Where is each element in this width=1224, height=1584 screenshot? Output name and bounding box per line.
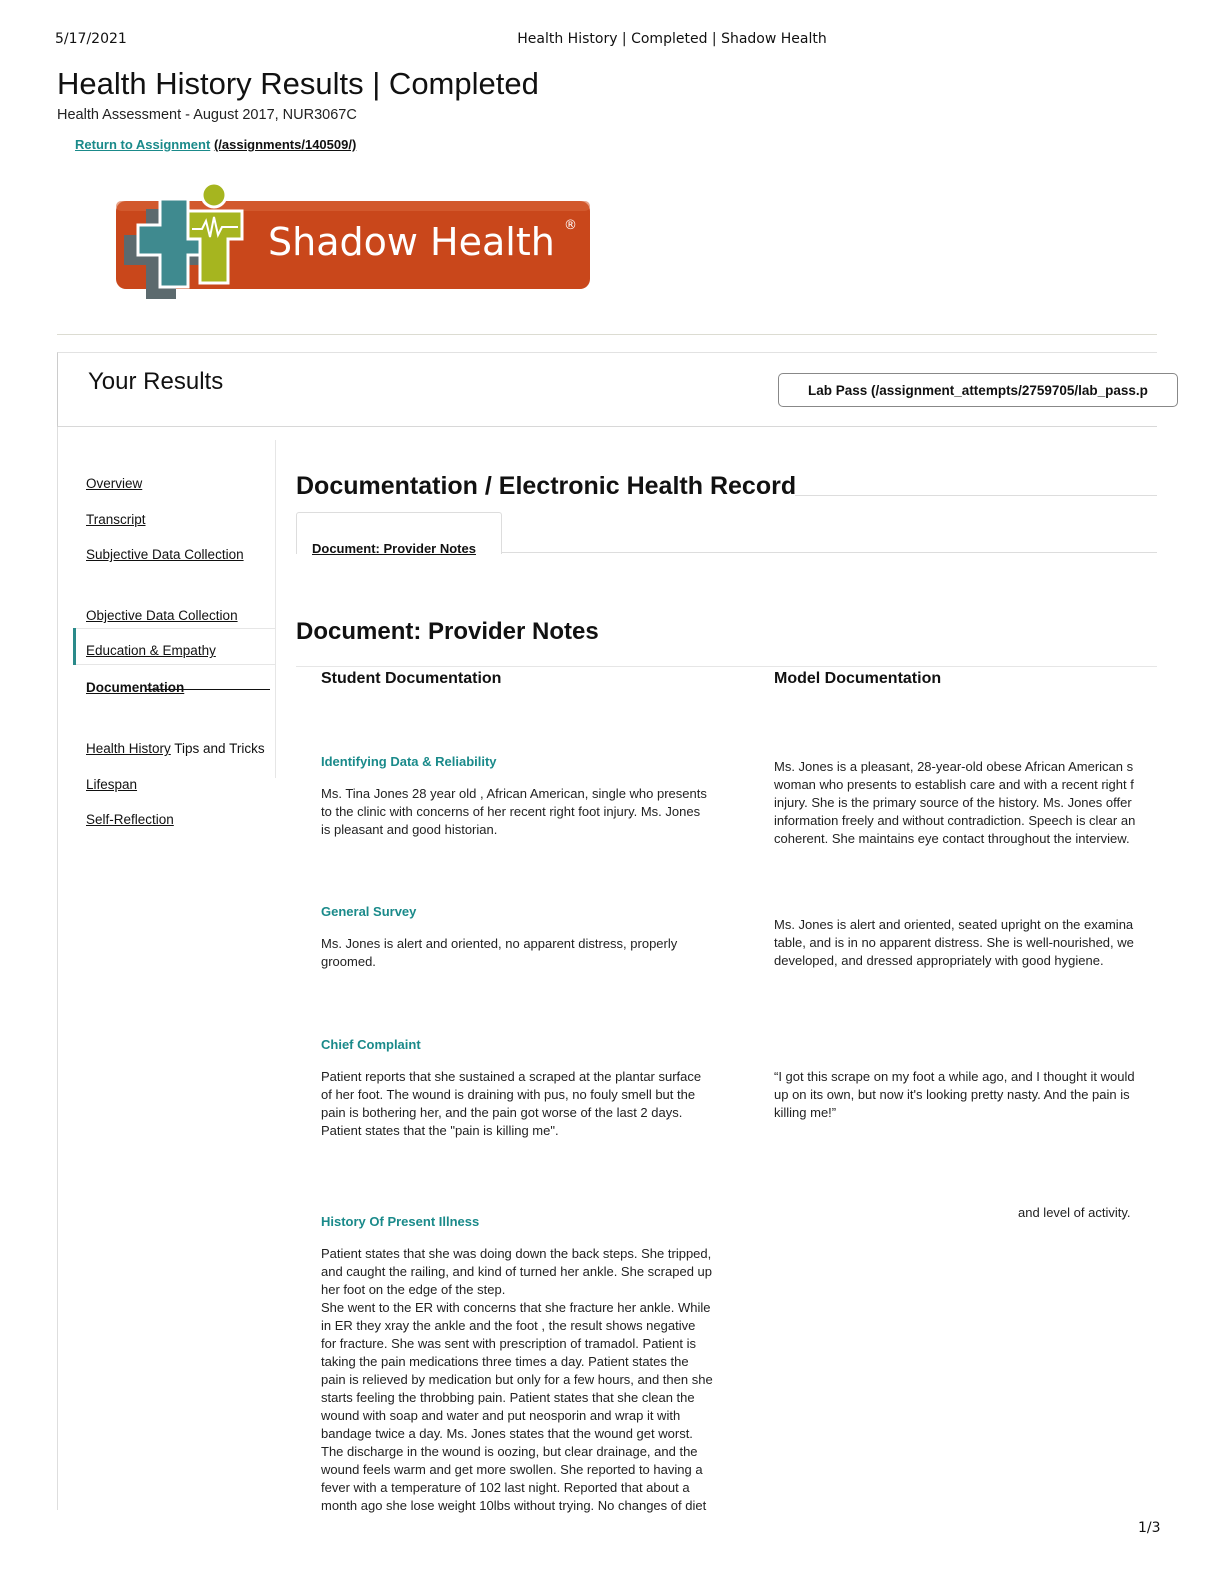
student-text-general-survey: Ms. Jones is alert and oriented, no appa… — [321, 936, 678, 969]
active-underline — [145, 689, 270, 690]
sidebar-item-lifespan[interactable]: Lifespan — [86, 777, 137, 792]
sidebar-item-education-empathy[interactable]: Education & Empathy — [86, 643, 216, 658]
model-documentation-header: Model Documentation — [774, 670, 942, 687]
document-title: Document: Provider Notes — [296, 618, 599, 645]
section-label-general-survey: General Survey — [321, 904, 417, 919]
sidebar-separator — [275, 440, 276, 778]
page-number: 1/3 — [1138, 1520, 1161, 1536]
return-link-url[interactable]: (/assignments/140509/) — [214, 137, 356, 152]
tab-rule — [502, 552, 1157, 553]
model-text-identifying-data: Ms. Jones is a pleasant, 28-year-old obe… — [774, 759, 1136, 846]
active-indicator — [73, 628, 76, 665]
student-text-history-of-present-illness: Patient states that she was doing down t… — [321, 1246, 713, 1513]
section-label-history-of-present-illness: History Of Present Illness — [321, 1214, 480, 1229]
section-label-chief-complaint: Chief Complaint — [321, 1037, 421, 1052]
print-header: 5/17/2021 Health History | Completed | S… — [0, 31, 1224, 51]
title-rule — [795, 495, 1157, 496]
section-title: Documentation / Electronic Health Record — [296, 472, 797, 500]
return-to-assignment-link[interactable]: Return to Assignment (/assignments/14050… — [75, 137, 356, 152]
logo-registered-mark: ® — [564, 218, 577, 233]
tab-provider-notes-label[interactable]: Document: Provider Notes — [312, 541, 476, 556]
sidebar-item-subjective-data-collection[interactable]: Subjective Data Collection — [86, 547, 244, 562]
model-text-history-of-present-illness: and level of activity. — [1018, 1205, 1131, 1220]
sidebar-item-objective-data-collection[interactable]: Objective Data Collection — [86, 608, 238, 623]
model-text-chief-complaint: “I got this scrape on my foot a while ag… — [774, 1069, 1135, 1120]
content-left-border — [57, 427, 58, 1510]
logo-text: Shadow Health — [268, 220, 555, 264]
sidebar-item-transcript[interactable]: Transcript — [86, 512, 146, 527]
student-text-chief-complaint: Patient reports that she sustained a scr… — [321, 1069, 702, 1138]
page-title: Health History Results | Completed — [57, 66, 539, 101]
print-title: Health History | Completed | Shadow Heal… — [517, 31, 827, 47]
shadow-health-logo: Shadow Health ® — [116, 181, 590, 299]
model-text-general-survey: Ms. Jones is alert and oriented, seated … — [774, 917, 1134, 968]
sidebar-item-tips-suffix: Tips and Tricks — [170, 741, 265, 756]
student-text-identifying-data: Ms. Tina Jones 28 year old , African Ame… — [321, 786, 707, 837]
return-link-text[interactable]: Return to Assignment — [75, 137, 210, 152]
header-divider — [57, 334, 1157, 335]
document-rule — [296, 666, 1157, 667]
sidebar-item-self-reflection[interactable]: Self-Reflection — [86, 812, 174, 827]
sidebar-item-overview[interactable]: Overview — [86, 476, 142, 491]
sidebar-item-health-history-label[interactable]: Health History — [86, 741, 171, 756]
nav-divider — [76, 664, 275, 665]
lab-pass-button[interactable]: Lab Pass (/assignment_attempts/2759705/l… — [778, 373, 1178, 407]
nav-divider — [76, 628, 275, 629]
sidebar-item-documentation[interactable]: Documentation — [86, 680, 184, 695]
results-title: Your Results — [88, 368, 224, 395]
student-documentation-header: Student Documentation — [321, 670, 502, 687]
section-label-identifying-data: Identifying Data & Reliability — [321, 754, 497, 769]
page-subtitle: Health Assessment - August 2017, NUR3067… — [57, 107, 357, 123]
sidebar-item-health-history-tips[interactable]: Health History Tips and Tricks — [86, 741, 265, 756]
